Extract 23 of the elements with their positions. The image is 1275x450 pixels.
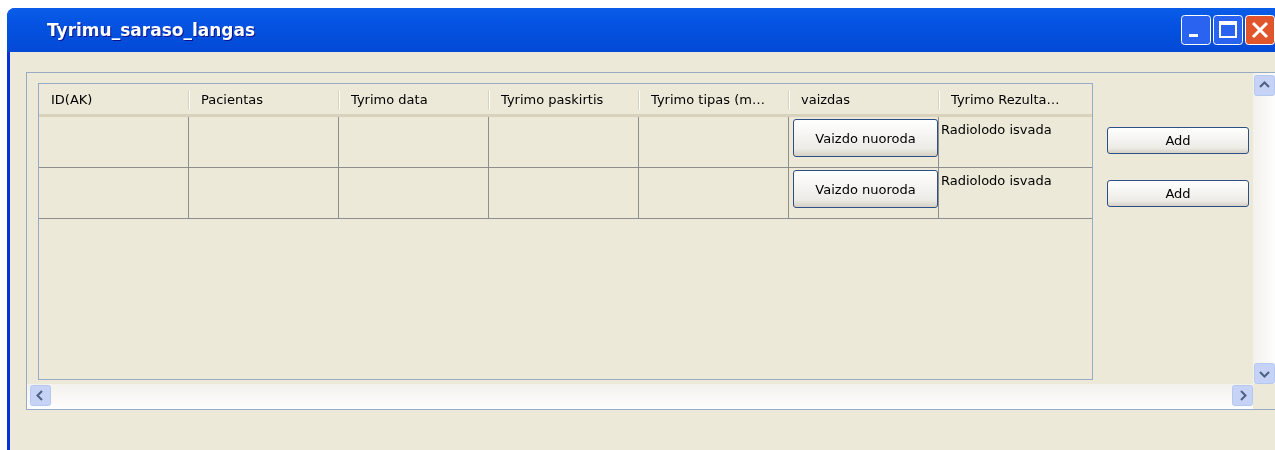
scroll-up-button[interactable] [1254, 75, 1275, 96]
scroll-down-button[interactable] [1254, 363, 1275, 384]
scroll-right-button[interactable] [1232, 385, 1253, 406]
column-header[interactable]: Tyrimo tipas (m… [639, 84, 789, 114]
image-link-button[interactable]: Vaizdo nuoroda [793, 119, 938, 157]
add-button[interactable]: Add [1107, 127, 1249, 154]
add-button[interactable]: Add [1107, 180, 1249, 207]
close-button[interactable] [1245, 15, 1275, 45]
column-header[interactable]: Tyrimo paskirtis [489, 84, 639, 114]
scroll-left-button[interactable] [30, 385, 51, 406]
vertical-scrollbar[interactable] [1253, 73, 1275, 384]
minimize-button[interactable] [1181, 15, 1211, 45]
column-header[interactable]: Pacientas [189, 84, 339, 114]
column-header[interactable]: ID(AK) [39, 84, 189, 114]
horizontal-scrollbar[interactable] [27, 384, 1253, 409]
maximize-button[interactable] [1213, 15, 1243, 45]
window-title: Tyrimu_saraso_langas [47, 20, 257, 40]
image-link-button[interactable]: Vaizdo nuoroda [793, 170, 938, 208]
column-header[interactable]: vaizdas [789, 84, 939, 114]
result-text: Radiolodo isvada [940, 172, 1052, 188]
column-header[interactable]: Tyrimo Rezulta… [939, 84, 1089, 114]
result-text: Radiolodo isvada [940, 121, 1052, 137]
column-header[interactable]: Tyrimo data [339, 84, 489, 114]
